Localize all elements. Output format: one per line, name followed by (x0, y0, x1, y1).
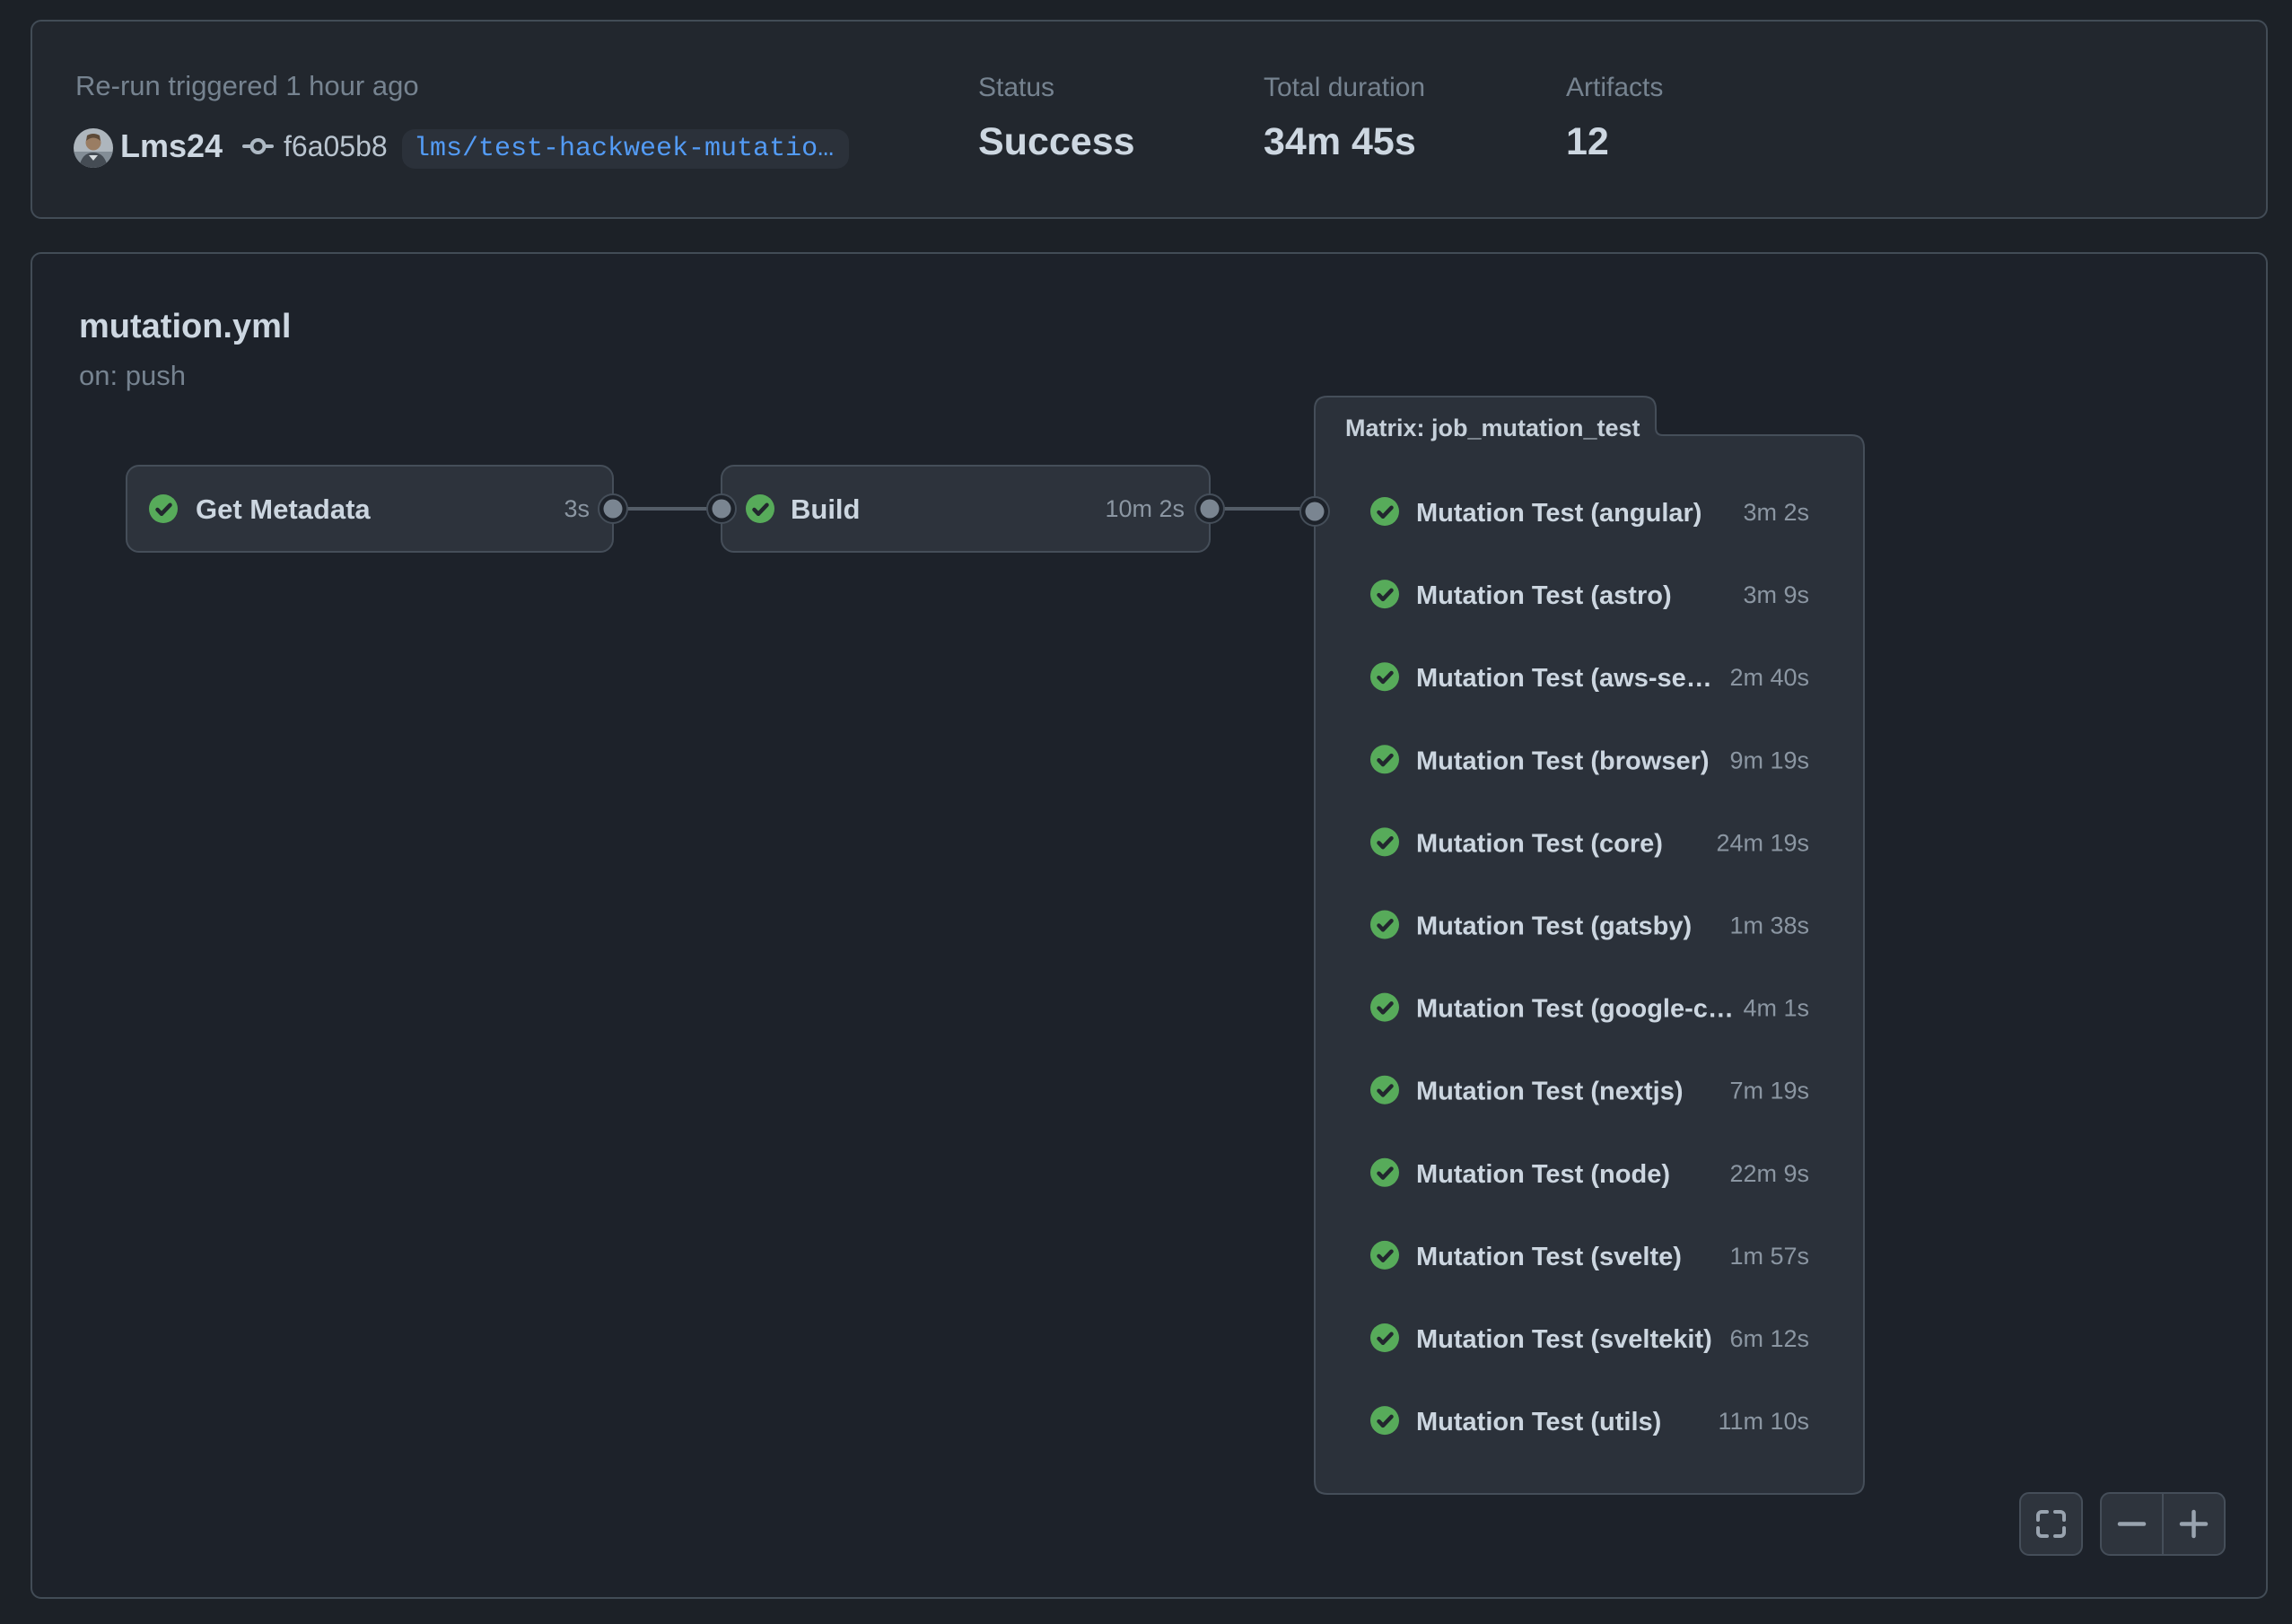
svg-text:11m 10s: 11m 10s (1718, 1408, 1809, 1435)
svg-text:3s: 3s (564, 495, 590, 522)
svg-text:Matrix: job_mutation_test: Matrix: job_mutation_test (1345, 415, 1640, 441)
svg-text:1m 57s: 1m 57s (1729, 1243, 1809, 1270)
svg-text:Get Metadata: Get Metadata (196, 493, 371, 525)
svg-text:7m 19s: 7m 19s (1729, 1078, 1809, 1104)
svg-text:Mutation Test (angular): Mutation Test (angular) (1416, 499, 1702, 528)
svg-text:9m 19s: 9m 19s (1729, 747, 1809, 773)
svg-text:Mutation Test (core): Mutation Test (core) (1416, 829, 1663, 858)
svg-text:3m 9s: 3m 9s (1743, 581, 1809, 608)
svg-text:6m 12s: 6m 12s (1729, 1325, 1809, 1352)
svg-text:Mutation Test (google-c…: Mutation Test (google-c… (1416, 995, 1734, 1024)
svg-text:Mutation Test (svelte): Mutation Test (svelte) (1416, 1243, 1682, 1271)
svg-text:Mutation Test (gatsby): Mutation Test (gatsby) (1416, 912, 1692, 941)
svg-text:Mutation Test (browser): Mutation Test (browser) (1416, 747, 1710, 775)
svg-text:24m 19s: 24m 19s (1716, 829, 1809, 856)
svg-text:Mutation Test (node): Mutation Test (node) (1416, 1160, 1670, 1189)
svg-text:10m 2s: 10m 2s (1105, 495, 1185, 522)
svg-text:1m 38s: 1m 38s (1729, 912, 1809, 939)
svg-text:Mutation Test (nextjs): Mutation Test (nextjs) (1416, 1078, 1684, 1106)
svg-text:Mutation Test (sveltekit): Mutation Test (sveltekit) (1416, 1325, 1712, 1354)
svg-text:22m 9s: 22m 9s (1729, 1160, 1809, 1187)
svg-text:Mutation Test (aws-se…: Mutation Test (aws-se… (1416, 664, 1712, 693)
svg-text:3m 2s: 3m 2s (1743, 499, 1809, 526)
svg-text:Mutation Test (utils): Mutation Test (utils) (1416, 1408, 1661, 1436)
svg-text:Build: Build (791, 493, 861, 525)
svg-text:Mutation Test (astro): Mutation Test (astro) (1416, 581, 1672, 610)
svg-text:4m 1s: 4m 1s (1743, 995, 1809, 1022)
svg-text:2m 40s: 2m 40s (1729, 664, 1809, 691)
